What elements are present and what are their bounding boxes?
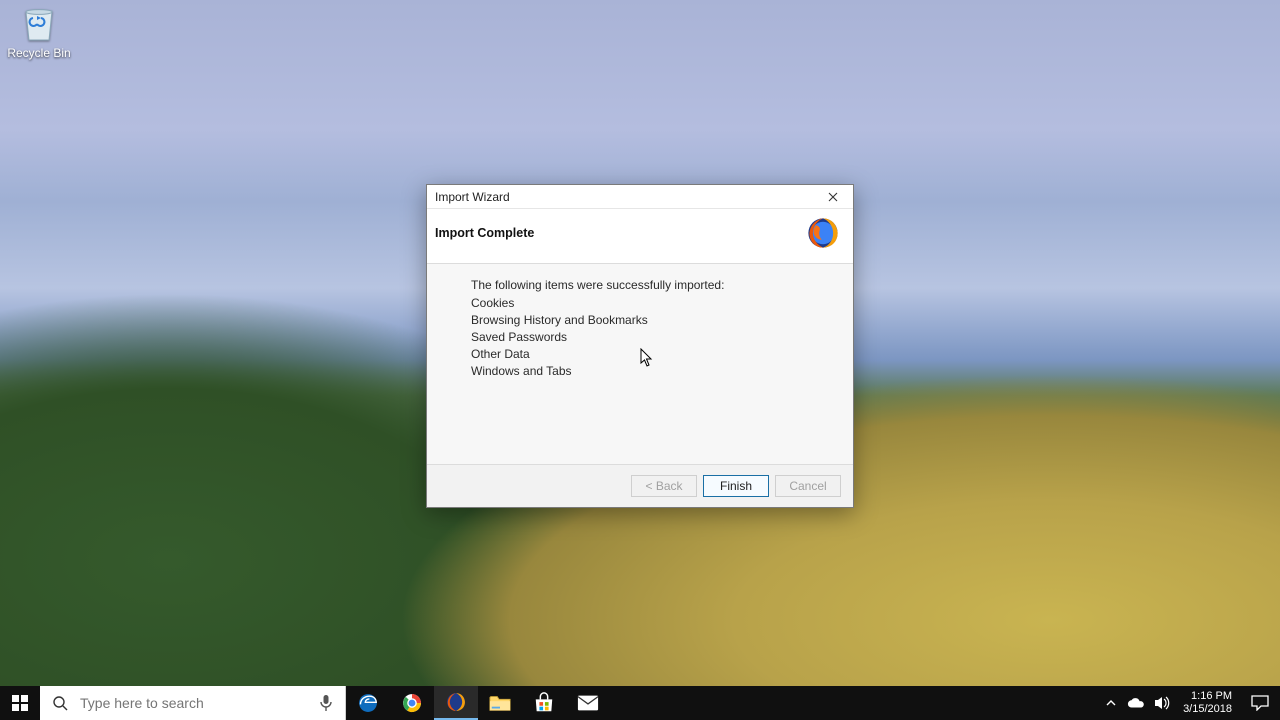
tray-onedrive[interactable] xyxy=(1123,697,1149,709)
taskbar-file-explorer[interactable] xyxy=(478,686,522,720)
microphone-icon[interactable] xyxy=(307,694,345,712)
mouse-cursor-icon xyxy=(640,348,654,368)
dialog-titlebar[interactable]: Import Wizard xyxy=(427,185,853,209)
taskbar-search[interactable] xyxy=(40,686,346,720)
search-input[interactable] xyxy=(80,695,307,711)
dialog-header: Import Complete xyxy=(427,209,853,264)
recycle-bin-label: Recycle Bin xyxy=(6,46,72,60)
chevron-up-icon xyxy=(1106,698,1116,708)
cloud-icon xyxy=(1127,697,1145,709)
import-item: Saved Passwords xyxy=(471,330,829,344)
finish-button[interactable]: Finish xyxy=(703,475,769,497)
notification-icon xyxy=(1251,695,1269,711)
system-tray: 1:16 PM 3/15/2018 xyxy=(1099,686,1280,720)
import-wizard-dialog: Import Wizard Import Complete The follow… xyxy=(426,184,854,508)
clock-date: 3/15/2018 xyxy=(1183,703,1232,716)
close-button[interactable] xyxy=(813,185,853,209)
taskbar-edge[interactable] xyxy=(346,686,390,720)
search-icon xyxy=(40,695,80,711)
close-icon xyxy=(828,192,838,202)
cancel-button: Cancel xyxy=(775,475,841,497)
taskbar: 1:16 PM 3/15/2018 xyxy=(0,686,1280,720)
folder-icon xyxy=(489,693,511,713)
mail-icon xyxy=(577,694,599,712)
tray-overflow[interactable] xyxy=(1099,698,1123,708)
edge-icon xyxy=(357,692,379,714)
import-item: Browsing History and Bookmarks xyxy=(471,313,829,327)
tray-volume[interactable] xyxy=(1149,696,1175,710)
taskbar-mail[interactable] xyxy=(566,686,610,720)
taskbar-firefox[interactable] xyxy=(434,686,478,720)
store-icon xyxy=(533,692,555,714)
dialog-title: Import Wizard xyxy=(435,190,510,204)
taskbar-store[interactable] xyxy=(522,686,566,720)
back-button: < Back xyxy=(631,475,697,497)
firefox-taskbar-icon xyxy=(445,691,467,713)
import-message: The following items were successfully im… xyxy=(471,278,829,292)
action-center[interactable] xyxy=(1240,695,1280,711)
dialog-heading: Import Complete xyxy=(435,226,534,240)
firefox-icon xyxy=(805,215,841,251)
taskbar-chrome[interactable] xyxy=(390,686,434,720)
recycle-bin-desktop-icon[interactable]: Recycle Bin xyxy=(6,8,72,60)
clock-time: 1:16 PM xyxy=(1183,690,1232,703)
speaker-icon xyxy=(1154,696,1170,710)
import-item: Cookies xyxy=(471,296,829,310)
taskbar-clock[interactable]: 1:16 PM 3/15/2018 xyxy=(1175,690,1240,716)
start-button[interactable] xyxy=(0,686,40,720)
chrome-icon xyxy=(401,692,423,714)
recycle-bin-icon xyxy=(19,8,59,42)
dialog-button-row: < Back Finish Cancel xyxy=(427,464,853,507)
desktop[interactable]: Recycle Bin Import Wizard Import Complet… xyxy=(0,0,1280,720)
windows-icon xyxy=(12,695,28,711)
